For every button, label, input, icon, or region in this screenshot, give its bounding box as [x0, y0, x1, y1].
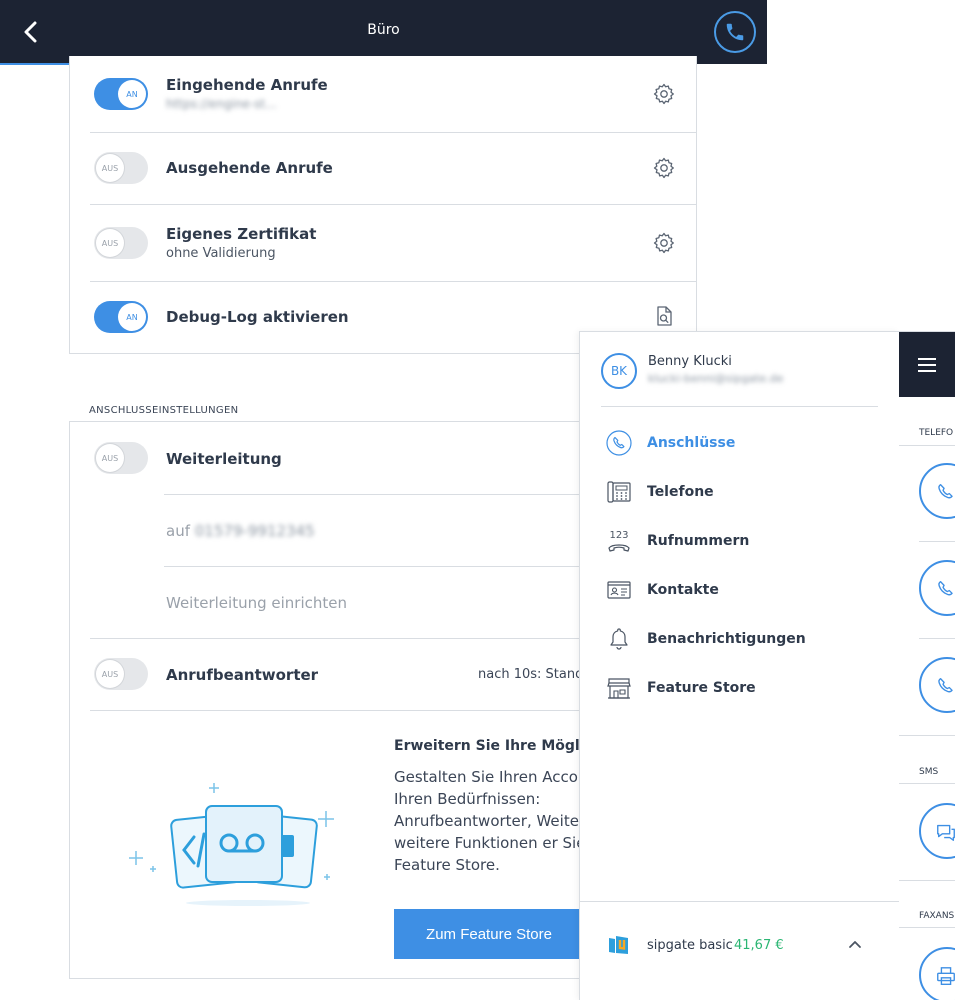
right-panel: TELEFO SMS FAXANS	[899, 331, 955, 1000]
incoming-calls-url: https://engine-st...	[166, 97, 277, 111]
forward-target[interactable]: auf 01579-9912345	[166, 522, 315, 540]
voicemail-label: Anrufbeantworter	[166, 666, 319, 684]
divider	[919, 638, 955, 639]
phone-icon	[938, 483, 953, 499]
phone-icon	[938, 677, 953, 693]
forward-toggle[interactable]: AUS	[94, 442, 148, 474]
sms-circle-button[interactable]	[919, 803, 955, 859]
debug-log-label: Debug-Log aktivieren	[166, 308, 349, 326]
phone-icon	[938, 580, 953, 596]
menu-item-anschluesse[interactable]: Anschlüsse	[604, 428, 874, 462]
contact-card-icon	[604, 575, 634, 605]
chat-icon	[937, 824, 955, 841]
gear-icon[interactable]	[652, 231, 676, 255]
feature-store-illustration	[129, 783, 334, 906]
divider	[899, 783, 955, 784]
forward-setup-link[interactable]: Weiterleitung einrichten	[166, 594, 347, 612]
menu-item-rufnummern[interactable]: 123 Rufnummern	[604, 526, 874, 560]
hamburger-icon	[918, 357, 936, 372]
store-icon	[604, 673, 634, 703]
section-heading: ANSCHLUSSEINSTELLUNGEN	[89, 405, 239, 416]
certificate-toggle[interactable]: AUS	[94, 227, 148, 259]
desk-phone-icon	[604, 477, 634, 507]
forward-target-prefix: auf	[166, 522, 190, 540]
call-button[interactable]	[714, 11, 756, 53]
voicemail-toggle[interactable]: AUS	[94, 658, 148, 690]
outgoing-calls-label: Ausgehende Anrufe	[166, 159, 333, 177]
menu-button[interactable]	[899, 332, 955, 397]
plan-name: sipgate basic	[647, 938, 733, 953]
section-label-sms: SMS	[919, 767, 939, 777]
outgoing-calls-toggle[interactable]: AUS	[94, 152, 148, 184]
menu-item-label: Kontakte	[647, 582, 719, 598]
user-email: klucki-benni@sipgate.de	[648, 372, 784, 385]
phone-icon	[726, 23, 744, 41]
plan-balance: 41,67 €	[734, 938, 784, 953]
certificate-label: Eigenes Zertifikat	[166, 225, 317, 243]
section-label-fax: FAXANS	[919, 911, 955, 921]
divider	[899, 880, 955, 881]
settings-card: AN Eingehende Anrufe https://engine-st..…	[69, 56, 697, 354]
gear-icon[interactable]	[652, 156, 676, 180]
divider	[580, 901, 899, 902]
user-name: Benny Klucki	[648, 354, 732, 369]
page-title: Büro	[367, 22, 400, 38]
menu-item-telefone[interactable]: Telefone	[604, 477, 874, 511]
divider	[919, 541, 955, 542]
number-glyph: 123	[609, 530, 628, 541]
phone-circle-button[interactable]	[919, 560, 955, 616]
gear-icon[interactable]	[652, 82, 676, 106]
forward-label: Weiterleitung	[166, 450, 282, 468]
top-bar: Büro	[0, 0, 767, 64]
user-menu-drawer: BK Benny Klucki klucki-benni@sipgate.de …	[579, 331, 899, 1000]
certificate-sublabel: ohne Validierung	[166, 246, 276, 261]
settings-row-outgoing: AUS Ausgehende Anrufe	[90, 133, 697, 205]
voicemail-detail: nach 10s: Standa	[478, 667, 592, 682]
section-label-telefonie: TELEFO	[919, 428, 954, 438]
incoming-calls-toggle[interactable]: AN	[94, 78, 148, 110]
chevron-up-icon[interactable]	[846, 936, 864, 954]
phone-circle-button[interactable]	[919, 463, 955, 519]
menu-item-label: Feature Store	[647, 680, 756, 696]
feature-store-button[interactable]: Zum Feature Store	[394, 909, 584, 959]
divider	[899, 927, 955, 928]
number-icon: 123	[604, 526, 634, 556]
phone-circle-button[interactable]	[919, 657, 955, 713]
sipgate-logo-icon	[609, 936, 628, 954]
settings-row-incoming: AN Eingehende Anrufe https://engine-st..…	[90, 56, 697, 133]
fax-circle-button[interactable]	[919, 947, 955, 1000]
menu-item-label: Anschlüsse	[647, 435, 736, 451]
menu-item-benachrichtigungen[interactable]: Benachrichtigungen	[604, 624, 874, 658]
menu-item-label: Telefone	[647, 484, 714, 500]
avatar[interactable]: BK	[601, 353, 637, 389]
menu-item-kontakte[interactable]: Kontakte	[604, 575, 874, 609]
settings-row-certificate: AUS Eigenes Zertifikat ohne Validierung	[90, 205, 697, 282]
divider	[899, 735, 955, 736]
forward-target-number: 01579-9912345	[194, 522, 315, 540]
printer-icon	[937, 967, 955, 985]
bell-icon	[604, 624, 634, 654]
divider	[899, 445, 955, 446]
divider	[601, 406, 878, 407]
incoming-calls-label: Eingehende Anrufe	[166, 76, 328, 94]
document-search-icon[interactable]	[652, 304, 676, 328]
debug-log-toggle[interactable]: AN	[94, 301, 148, 333]
menu-item-label: Rufnummern	[647, 533, 750, 549]
phone-icon	[604, 428, 634, 458]
menu-item-label: Benachrichtigungen	[647, 631, 806, 647]
menu-item-feature-store[interactable]: Feature Store	[604, 673, 874, 707]
